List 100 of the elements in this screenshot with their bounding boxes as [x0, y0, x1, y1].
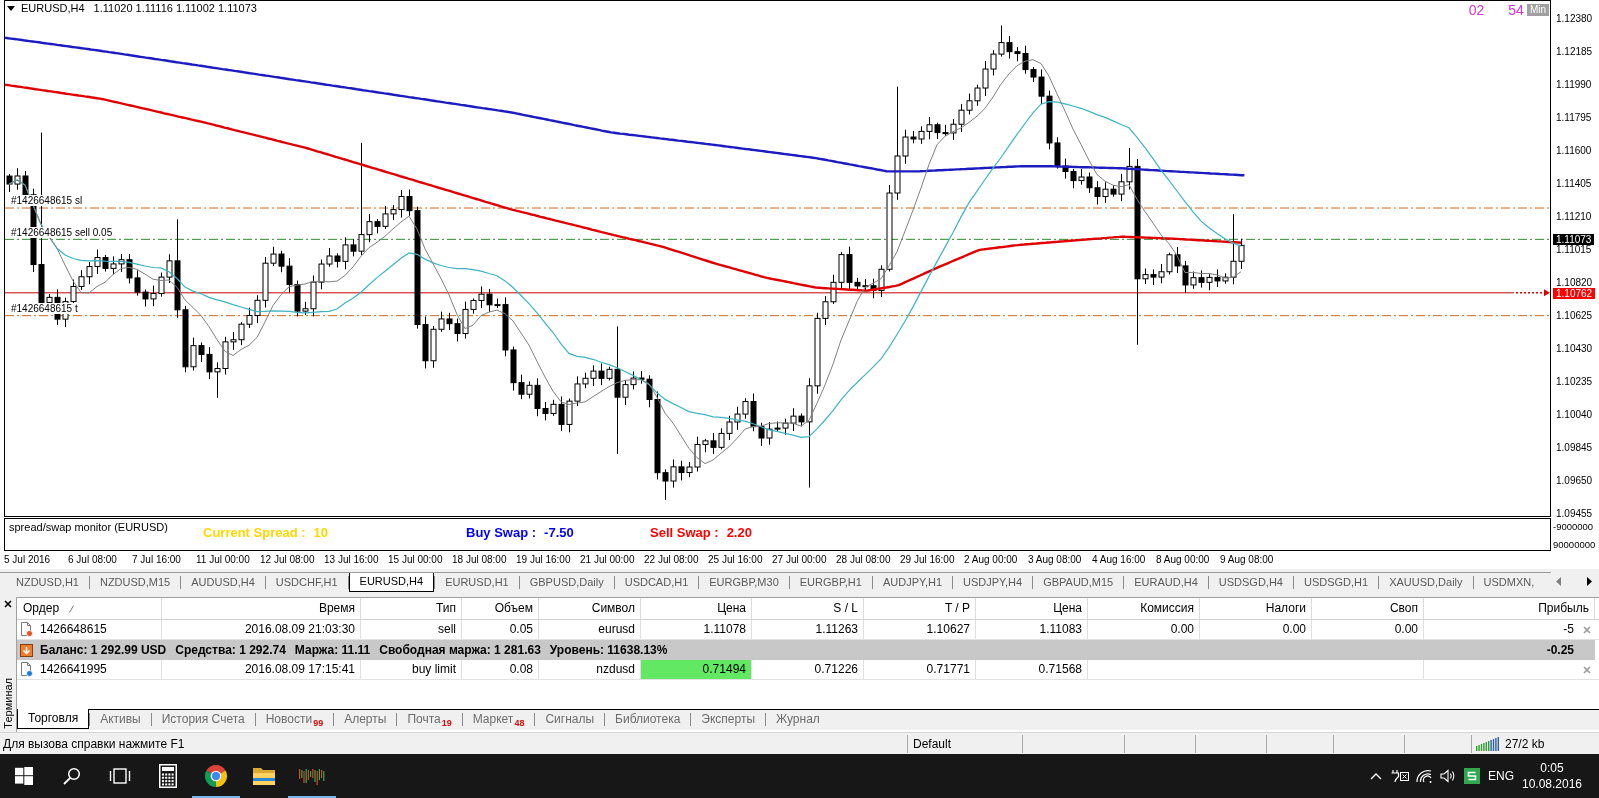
- terminal-tab[interactable]: Сигналы: [535, 710, 605, 728]
- price-label: 1.11990: [1556, 80, 1592, 90]
- price-marker: 1.10762: [1553, 288, 1596, 299]
- bars-icon[interactable]: [298, 767, 326, 785]
- column-header[interactable]: Ордер: [17, 598, 162, 619]
- time-label: 21 Jul 00:00: [580, 554, 635, 566]
- column-header[interactable]: Налоги: [1200, 598, 1312, 619]
- price-label: 1.12185: [1556, 47, 1593, 57]
- caret-icon[interactable]: [7, 6, 15, 11]
- time-label: 3 Aug 08:00: [1028, 554, 1082, 566]
- chart-tab[interactable]: EURGBP,M30: [699, 573, 789, 591]
- chart-tab[interactable]: USDSGD,H1: [1294, 573, 1379, 591]
- document-icon: [20, 662, 33, 677]
- price-label: 1.09845: [1556, 443, 1593, 453]
- table-cell: 1.11078: [641, 620, 752, 639]
- summary-text: Средства: 1 292.74: [175, 643, 286, 657]
- column-header[interactable]: Тип: [361, 598, 462, 619]
- time-label: 25 Jul 16:00: [708, 554, 763, 566]
- chart-tab[interactable]: EURAUD,H4: [1124, 573, 1208, 591]
- plug-icon[interactable]: [1391, 769, 1409, 783]
- speaker-icon[interactable]: [1440, 769, 1456, 783]
- folder-icon[interactable]: [252, 766, 276, 786]
- search-icon[interactable]: [63, 767, 81, 785]
- take-profit-line[interactable]: [5, 315, 1550, 317]
- horizontal-line[interactable]: [5, 292, 1515, 294]
- square-app-icon[interactable]: [1464, 768, 1480, 784]
- order-line[interactable]: [5, 238, 1550, 240]
- right-arrow-icon[interactable]: [1587, 577, 1592, 586]
- language-indicator[interactable]: ENG: [1484, 769, 1518, 783]
- terminal-tab[interactable]: Библиотека: [605, 710, 691, 728]
- chart-tab[interactable]: USDJPY,H4: [953, 573, 1033, 591]
- price-label: 1.10040: [1556, 410, 1593, 420]
- column-header[interactable]: Комиссия: [1088, 598, 1200, 619]
- table-cell: 0.00: [1088, 620, 1200, 639]
- table-cell: 0.71494: [641, 660, 752, 679]
- timer-value: 02: [1468, 2, 1485, 18]
- time-label: 2 Aug 00:00: [964, 554, 1018, 566]
- chart-tab[interactable]: NZDUSD,H1: [6, 573, 89, 591]
- chart-tab[interactable]: NZDUSD,M15: [89, 573, 181, 591]
- column-header[interactable]: Прибыль: [1424, 598, 1595, 619]
- terminal-tab[interactable]: Торговля: [17, 709, 90, 729]
- terminal-tab[interactable]: Алерты: [334, 710, 397, 728]
- column-header[interactable]: S / L: [752, 598, 864, 619]
- chart-tab[interactable]: XAUUSD,Daily: [1379, 573, 1473, 591]
- terminal-tab[interactable]: Почта$_{19}$: [397, 710, 462, 728]
- indicator-name: spread/swap monitor (EURUSD): [9, 521, 168, 534]
- chart-tab[interactable]: AUDJPY,H1: [872, 573, 953, 591]
- terminal-tab[interactable]: Маркет$_{48}$: [462, 710, 535, 728]
- column-header[interactable]: Время: [162, 598, 361, 619]
- chart-tab[interactable]: EURUSD,H4: [348, 573, 435, 592]
- chart-tab[interactable]: EURGBP,H1: [789, 573, 872, 591]
- column-header[interactable]: T / P: [864, 598, 976, 619]
- table-cell: 2016.08.09 21:03:30: [162, 620, 361, 639]
- close-icon[interactable]: [4, 600, 12, 608]
- segmented-circle-icon[interactable]: [204, 764, 228, 788]
- price-marker: 1.11073: [1553, 234, 1595, 245]
- unread-count: 99: [313, 718, 324, 728]
- stacked-windows-icon[interactable]: [109, 767, 131, 785]
- time-label: 8 Aug 00:00: [1156, 554, 1210, 566]
- stat-value: 2.20: [726, 525, 752, 540]
- column-header[interactable]: Символ: [539, 598, 641, 619]
- panel-title: Терминал: [1, 678, 15, 729]
- table-cell: buy limit: [361, 660, 462, 679]
- signal-bars-icon: [1476, 736, 1500, 751]
- chart-tab[interactable]: GBPAUD,M15: [1033, 573, 1124, 591]
- chart-tab[interactable]: USDCHF,H1: [265, 573, 348, 591]
- calculator-icon[interactable]: [159, 764, 177, 788]
- chart-tab[interactable]: EURUSD,H1: [435, 573, 519, 591]
- table-cell: 0.71226: [752, 660, 864, 679]
- unread-count: 19: [441, 718, 452, 728]
- chart-tab[interactable]: USDSGD,H4: [1208, 573, 1293, 591]
- caret-up-icon[interactable]: [1370, 772, 1382, 780]
- clock-time[interactable]: 0:05: [1540, 760, 1564, 776]
- axis-label: -9000000: [1553, 521, 1594, 532]
- terminal-tab[interactable]: Активы: [90, 710, 151, 728]
- timer-unit: Min: [1526, 4, 1549, 16]
- stop-loss-line[interactable]: [5, 207, 1550, 209]
- table-cell: sell: [361, 620, 462, 639]
- column-header[interactable]: Цена: [641, 598, 752, 619]
- clock-date[interactable]: 10.08.2016: [1521, 776, 1583, 792]
- terminal-tab[interactable]: Эксперты: [691, 710, 766, 728]
- column-header[interactable]: Своп: [1312, 598, 1424, 619]
- terminal-tab[interactable]: Журнал: [766, 710, 830, 728]
- left-arrow-icon[interactable]: [1556, 577, 1561, 586]
- summary-profit: -0.25: [1546, 643, 1574, 657]
- chart-tab[interactable]: AUDUSD,H4: [181, 573, 265, 591]
- column-header[interactable]: Объем: [462, 598, 539, 619]
- table-cell: 1.11083: [976, 620, 1088, 639]
- terminal-tab[interactable]: История Счета: [151, 710, 255, 728]
- chart-tab[interactable]: USDMXN,: [1473, 573, 1545, 591]
- four-panes-icon[interactable]: [15, 767, 33, 785]
- wifi-icon[interactable]: [1415, 769, 1433, 783]
- chart-tab[interactable]: GBPUSD,Daily: [519, 573, 614, 591]
- chart-tab[interactable]: USDCAD,H1: [614, 573, 699, 591]
- terminal-tab[interactable]: Новости$_{99}$: [255, 710, 334, 728]
- time-label: 22 Jul 08:00: [644, 554, 699, 566]
- price-label: 1.11210: [1556, 212, 1592, 222]
- column-header[interactable]: Цена: [976, 598, 1088, 619]
- timer-value: 54: [1508, 2, 1524, 18]
- price-label: 1.10235: [1556, 377, 1593, 387]
